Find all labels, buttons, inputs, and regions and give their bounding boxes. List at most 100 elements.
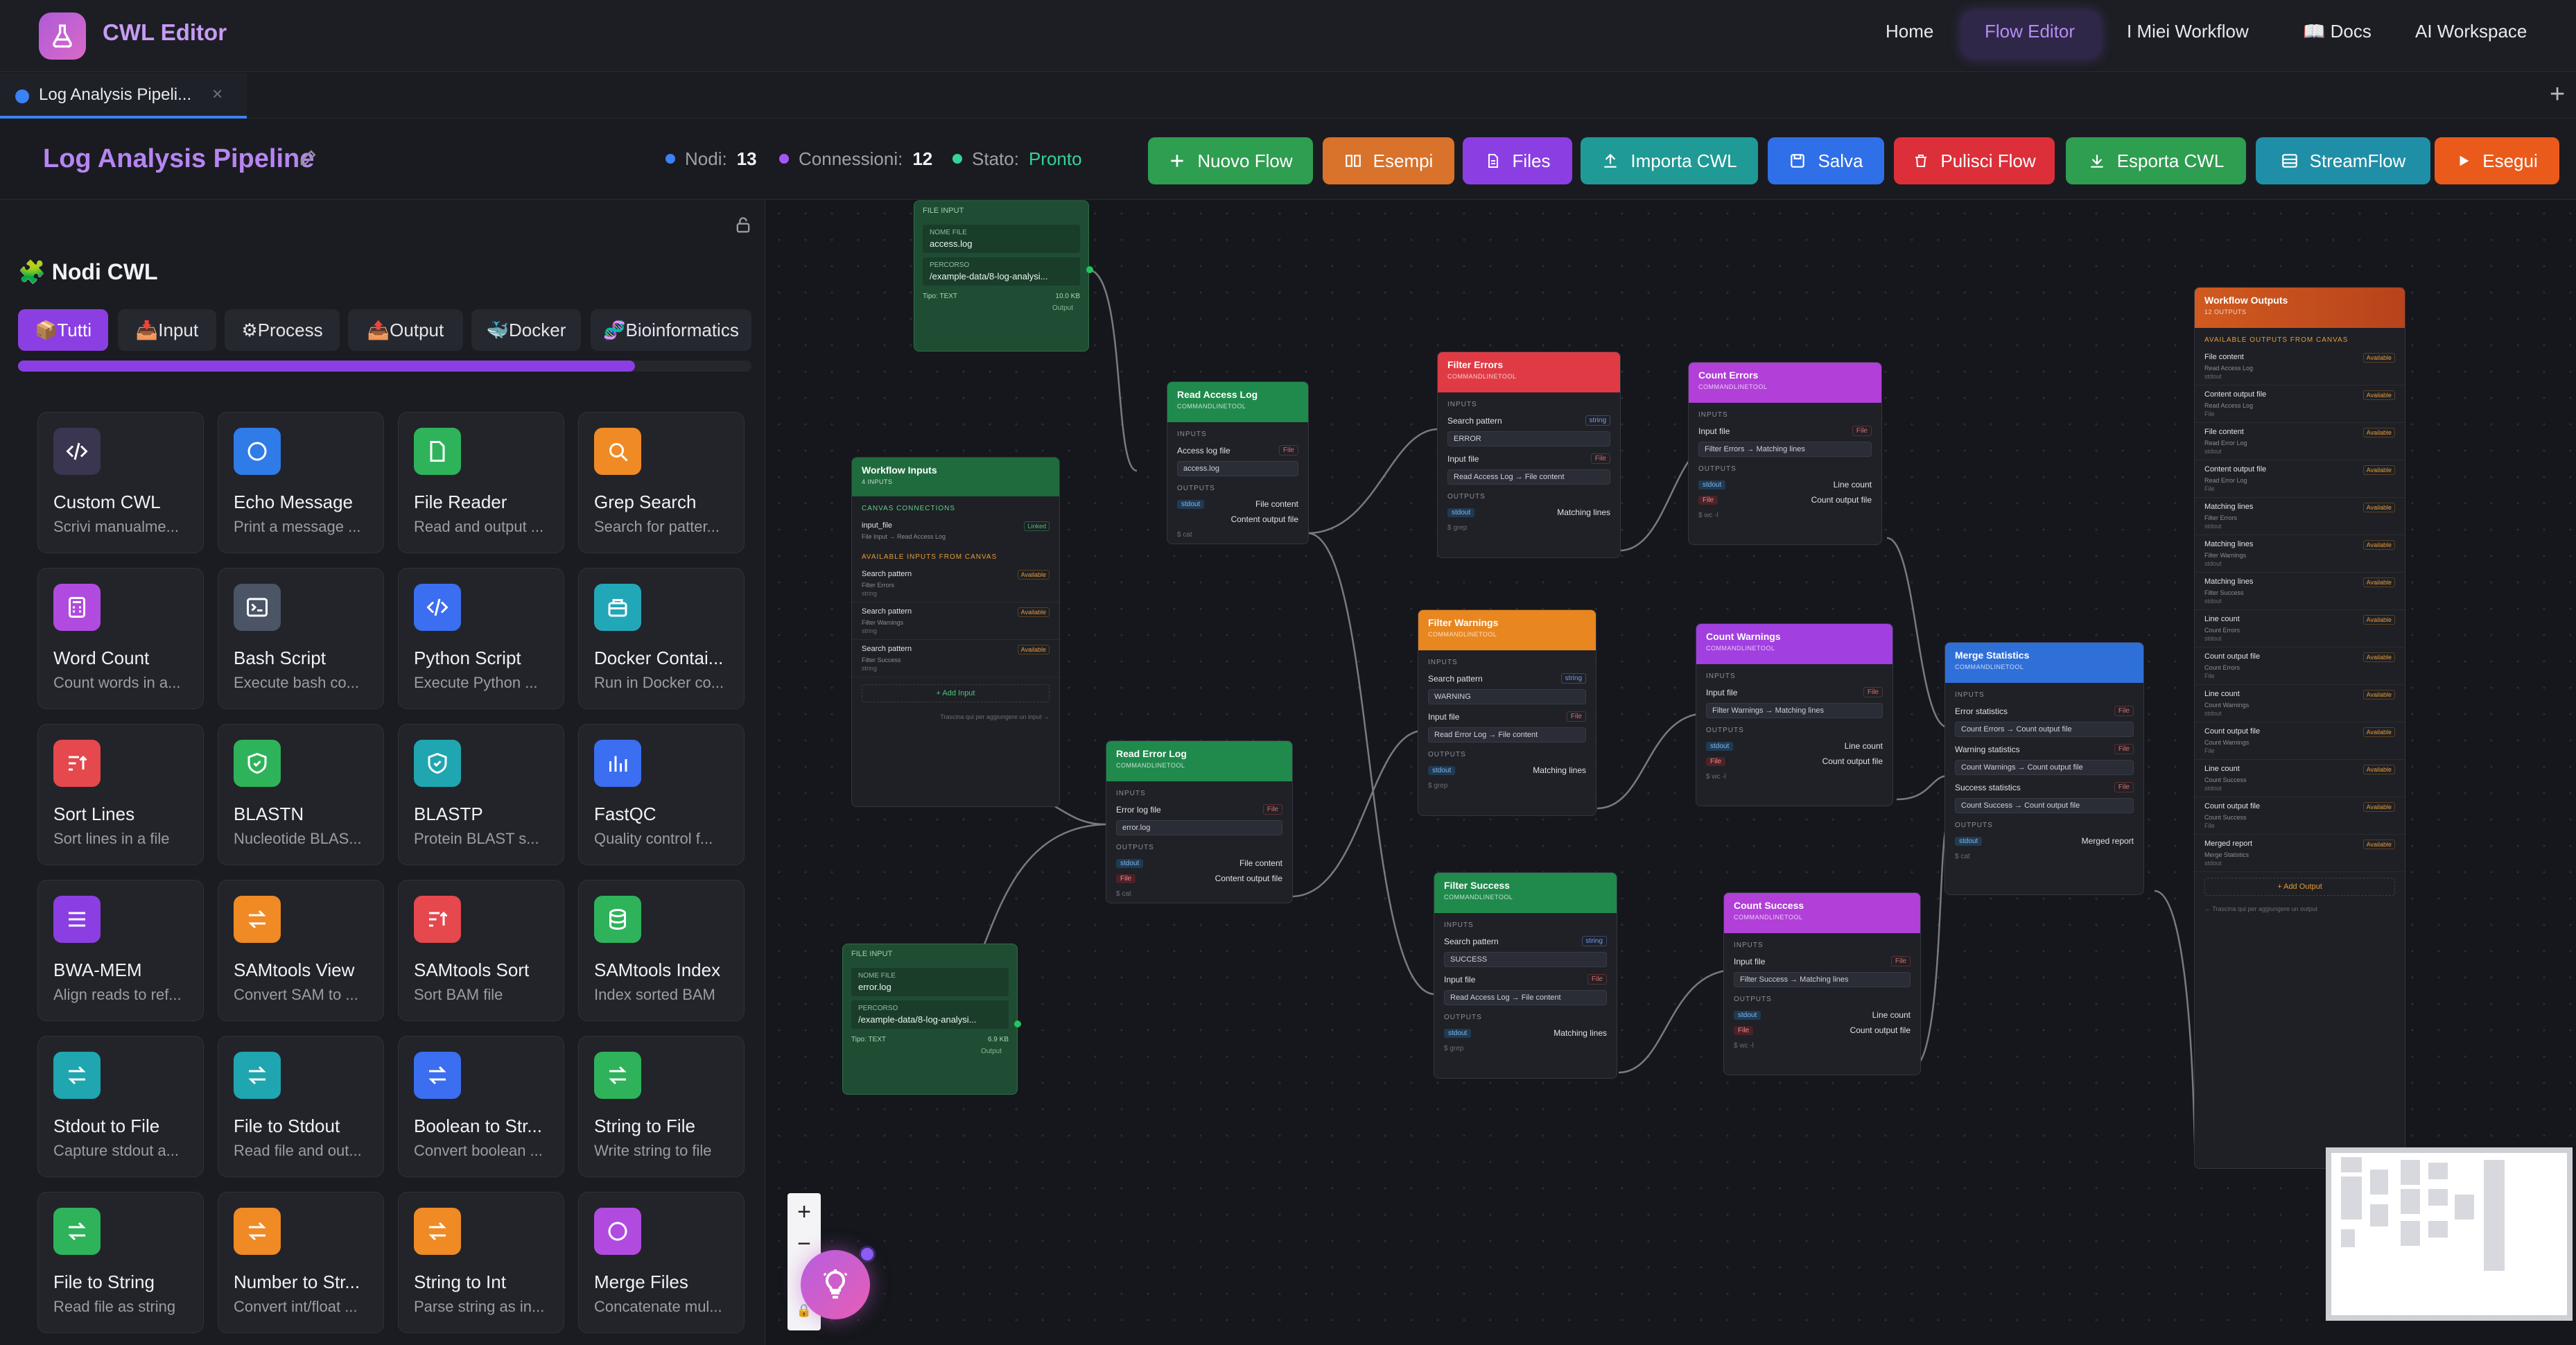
node-card[interactable]: String to File Write string to file	[578, 1036, 745, 1177]
ai-assistant-button[interactable]	[801, 1250, 870, 1319]
input-value-field[interactable]: Filter Errors → Matching lines	[1698, 442, 1872, 457]
chip-bioinformatics[interactable]: 🧬 Bioinformatics	[591, 309, 751, 351]
node-card[interactable]: File to Stdout Read file and out...	[218, 1036, 384, 1177]
tool-node-count-success[interactable]: Count Success COMMANDLINETOOL INPUTS Input …	[1723, 892, 1921, 1075]
export-cwl-button[interactable]: Esporta CWL	[2066, 137, 2246, 184]
input-value-field[interactable]: Read Error Log → File content	[1428, 727, 1586, 743]
node-card[interactable]: BWA-MEM Align reads to ref...	[37, 880, 204, 1021]
node-card[interactable]: Number to Str... Convert int/float ...	[218, 1192, 384, 1333]
node-card[interactable]: BLASTN Nucleotide BLAS...	[218, 724, 384, 865]
input-value-field[interactable]: Filter Success → Matching lines	[1734, 972, 1911, 987]
tool-node-filter-errors[interactable]: Filter Errors COMMANDLINETOOL INPUTS Search…	[1437, 352, 1621, 558]
available-output-item[interactable]: Matching lines Available Filter Success std…	[2195, 573, 2405, 610]
node-card[interactable]: Grep Search Search for patter...	[578, 412, 745, 553]
input-value-field[interactable]: Count Success → Count output file	[1955, 798, 2134, 813]
input-value-field[interactable]: Filter Warnings → Matching lines	[1706, 703, 1883, 718]
input-value-field[interactable]: Count Errors → Count output file	[1955, 722, 2134, 737]
node-card[interactable]: FastQC Quality control f...	[578, 724, 745, 865]
nav-docs[interactable]: 📖 Docs	[2303, 21, 2372, 42]
available-output-item[interactable]: Matching lines Available Filter Errors stdo…	[2195, 498, 2405, 535]
tool-node-count-warnings[interactable]: Count Warnings COMMANDLINETOOL INPUTS Input…	[1696, 623, 1893, 806]
add-tab-icon[interactable]: +	[2550, 80, 2565, 110]
files-button[interactable]: Files	[1463, 137, 1572, 184]
node-card[interactable]: File Reader Read and output ...	[398, 412, 564, 553]
available-output-item[interactable]: Line count Available Count Errors stdout	[2195, 610, 2405, 648]
chip-docker[interactable]: 🐳 Docker	[471, 309, 581, 351]
available-output-item[interactable]: Line count Available Count Warnings stdout	[2195, 685, 2405, 722]
input-value-field[interactable]: Count Warnings → Count output file	[1955, 760, 2134, 775]
file-input-node-access[interactable]: FILE INPUT NOME FILE access.log PERCORSO /…	[914, 200, 1089, 352]
tab-close-icon[interactable]: ×	[212, 83, 223, 105]
examples-button[interactable]: Esempi	[1323, 137, 1454, 184]
input-value-field[interactable]: Read Access Log → File content	[1447, 469, 1610, 485]
node-card[interactable]: Word Count Count words in a...	[37, 568, 204, 709]
node-card[interactable]: Python Script Execute Python ...	[398, 568, 564, 709]
zoom-in-button[interactable]: +	[787, 1196, 821, 1228]
available-output-item[interactable]: Merged report Available Merge Statistics st…	[2195, 835, 2405, 872]
available-input-item[interactable]: Search pattern Available Filter Success str…	[852, 640, 1059, 677]
input-value-field[interactable]: Read Access Log → File content	[1444, 990, 1607, 1005]
chip-input[interactable]: 📥 Input	[118, 309, 216, 351]
node-card[interactable]: SAMtools View Convert SAM to ...	[218, 880, 384, 1021]
node-card[interactable]: BLASTP Protein BLAST s...	[398, 724, 564, 865]
tab-log-analysis[interactable]: Log Analysis Pipeli... ×	[0, 73, 247, 119]
workflow-outputs-node[interactable]: Workflow Outputs 12 OUTPUTS AVAILABLE OUT…	[2194, 287, 2405, 1169]
available-output-item[interactable]: Count output file Available Count Warnings…	[2195, 722, 2405, 760]
flow-canvas[interactable]: FILE INPUT NOME FILE access.log PERCORSO /…	[766, 200, 2576, 1345]
nav-my-workflows[interactable]: I Miei Workflow	[2127, 21, 2249, 42]
available-output-item[interactable]: Count output file Available Count Errors Fi…	[2195, 648, 2405, 685]
chip-all[interactable]: 📦 Tutti	[18, 309, 108, 351]
save-button[interactable]: Salva	[1768, 137, 1884, 184]
flask-logo-icon[interactable]	[39, 12, 86, 60]
available-output-item[interactable]: Line count Available Count Success stdout	[2195, 760, 2405, 797]
available-output-item[interactable]: Content output file Available Read Error L…	[2195, 460, 2405, 498]
import-cwl-button[interactable]: Importa CWL	[1581, 137, 1758, 184]
workflow-inputs-node[interactable]: Workflow Inputs 4 INPUTS CANVAS CONNECTIO…	[851, 457, 1060, 807]
available-output-item[interactable]: Count output file Available Count Success F…	[2195, 797, 2405, 835]
node-card[interactable]: Echo Message Print a message ...	[218, 412, 384, 553]
node-card[interactable]: Sort Lines Sort lines in a file	[37, 724, 204, 865]
tool-node-filter-success[interactable]: Filter Success COMMANDLINETOOL INPUTS Searc…	[1434, 872, 1617, 1079]
chip-process[interactable]: ⚙ Process	[225, 309, 340, 351]
input-value-field[interactable]: SUCCESS	[1444, 952, 1607, 967]
new-flow-button[interactable]: Nuovo Flow	[1148, 137, 1313, 184]
node-card[interactable]: Merge Files Concatenate mul...	[578, 1192, 745, 1333]
input-value-field[interactable]: access.log	[1177, 461, 1298, 476]
tool-node-filter-warnings[interactable]: Filter Warnings COMMANDLINETOOL INPUTS Sear…	[1418, 609, 1596, 816]
node-card[interactable]: String to Int Parse string as in...	[398, 1192, 564, 1333]
minimap[interactable]	[2326, 1147, 2573, 1321]
node-card[interactable]: Boolean to Str... Convert boolean ...	[398, 1036, 564, 1177]
pipeline-title[interactable]: Log Analysis Pipeline	[43, 144, 314, 174]
chip-output[interactable]: 📤 Output	[348, 309, 463, 351]
clear-flow-button[interactable]: Pulisci Flow	[1894, 137, 2055, 184]
add-output-button[interactable]: + Add Output	[2204, 878, 2395, 896]
app-title[interactable]: CWL Editor	[103, 19, 227, 46]
nav-flow-editor[interactable]: Flow Editor	[1985, 21, 2075, 42]
available-input-item[interactable]: Search pattern Available Filter Warnings st…	[852, 602, 1059, 640]
tool-node-count-errors[interactable]: Count Errors COMMANDLINETOOL INPUTS Input f…	[1688, 362, 1882, 545]
run-button[interactable]: Esegui	[2435, 137, 2559, 184]
input-value-field[interactable]: ERROR	[1447, 431, 1610, 446]
file-input-node-error[interactable]: FILE INPUT NOME FILE error.log PERCORSO/e…	[842, 944, 1018, 1095]
node-card[interactable]: Docker Contai... Run in Docker co...	[578, 568, 745, 709]
available-input-item[interactable]: Search pattern Available Filter Errors stri…	[852, 565, 1059, 602]
node-card[interactable]: Bash Script Execute bash co...	[218, 568, 384, 709]
node-card[interactable]: Stdout to File Capture stdout a...	[37, 1036, 204, 1177]
output-port[interactable]	[1014, 1021, 1021, 1027]
available-output-item[interactable]: Matching lines Available Filter Warnings st…	[2195, 535, 2405, 573]
node-card[interactable]: SAMtools Sort Sort BAM file	[398, 880, 564, 1021]
input-value-field[interactable]: WARNING	[1428, 689, 1586, 704]
node-card[interactable]: SAMtools Index Index sorted BAM	[578, 880, 745, 1021]
tool-node-merge[interactable]: Merge Statistics COMMANDLINETOOL INPUTS Err…	[1944, 642, 2144, 895]
tool-node-read-access[interactable]: Read Access Log COMMANDLINETOOL INPUTS Acce…	[1167, 381, 1309, 544]
nav-ai-workspace[interactable]: AI Workspace	[2415, 21, 2527, 42]
input-value-field[interactable]: error.log	[1116, 820, 1282, 835]
lock-icon[interactable]	[733, 216, 753, 238]
chip-scrollbar-thumb[interactable]	[18, 361, 635, 372]
output-port[interactable]	[1086, 266, 1093, 273]
node-card[interactable]: File to String Read file as string	[37, 1192, 204, 1333]
nav-home[interactable]: Home	[1886, 21, 1933, 42]
available-output-item[interactable]: File content Available Read Error Log stdou…	[2195, 423, 2405, 460]
node-card[interactable]: Custom CWL Scrivi manualme...	[37, 412, 204, 553]
streamflow-button[interactable]: StreamFlow	[2256, 137, 2430, 184]
